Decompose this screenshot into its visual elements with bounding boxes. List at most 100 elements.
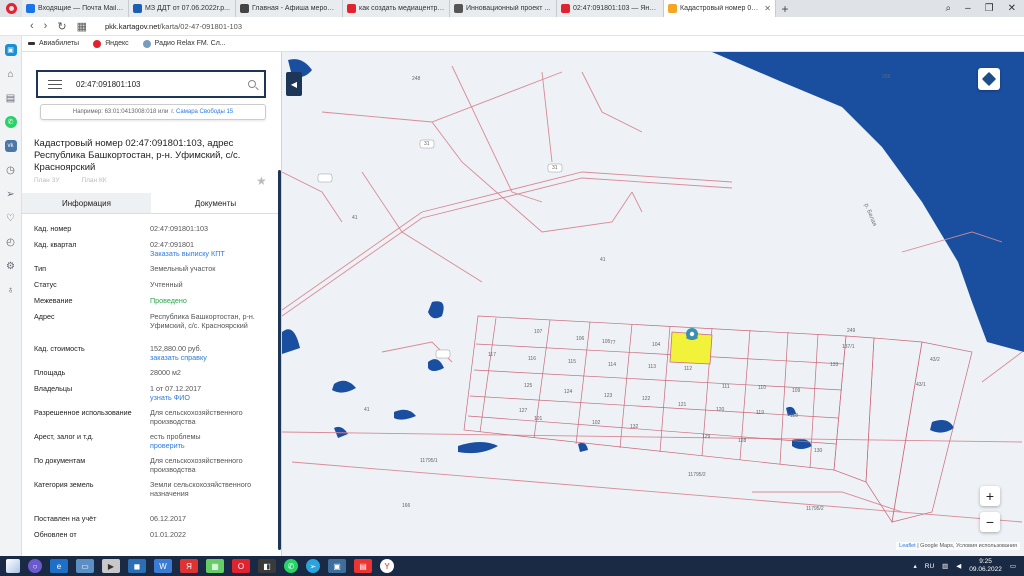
home-icon[interactable]: ⌂ [5,68,17,80]
info-value: 28000 м2 [150,368,181,377]
tips-icon[interactable]: ♁ [5,284,17,296]
tab-documents[interactable]: Документы [151,193,280,213]
tab-favicon-icon [133,4,142,13]
new-tab-button[interactable]: + [776,0,794,17]
hint-link[interactable]: г. Самара Свободы 15 [171,109,233,115]
yandex-icon [93,39,102,48]
url-field[interactable]: pkk.kartagov.net/karta/02-47-091801-103 [105,22,242,31]
info-action-link[interactable]: заказать справку [150,353,270,362]
explorer-icon[interactable]: ▭ [76,559,94,573]
info-action-link[interactable]: узнать ФИО [150,393,270,402]
bookmark-yandex[interactable]: Яндекс [93,39,129,48]
search-icon[interactable] [248,80,256,88]
telegram-icon[interactable]: ➢ [306,559,320,573]
plan-zu-link[interactable]: План ЗУ [34,177,59,184]
parcel-label: 43/2 [930,357,940,363]
media-player-icon[interactable]: ▶ [102,559,120,573]
browser-tab[interactable]: 02:47:091801:103 — Яндек... [557,0,664,17]
yandex-browser-icon[interactable]: Y [380,559,394,573]
info-value-cell: 02:47:091801:103 [150,224,270,233]
network-icon[interactable]: ▥ [942,562,948,570]
browser-tab[interactable]: МЗ ДДТ от 07.06.2022г.p... [129,0,236,17]
browser-tab[interactable]: Кадастровый номер 02:47:...✕ [664,0,776,17]
info-value-cell: 152,880.00 руб. заказать справку [150,344,270,362]
forward-button[interactable]: › [44,20,48,32]
browser-tab[interactable]: Инновационный проект ... [450,0,557,17]
speed-dial-icon[interactable]: ▣ [4,44,17,56]
app-icon[interactable]: ◼ [128,559,146,573]
settings-icon[interactable]: ⚙ [5,260,17,272]
leaflet-link[interactable]: Leaflet [899,543,916,549]
clock[interactable]: 9:25 09.06.2022 [969,558,1002,574]
maximize-icon[interactable]: ❐ [985,3,994,14]
info-key: Межевание [34,296,73,305]
browser-tab[interactable]: Входящие — Почта Mail.ru [22,0,129,17]
parcel-label: 132 [630,424,639,430]
star-icon[interactable]: ★ [256,174,267,188]
parcel-label: 11795/2 [806,506,824,512]
whatsapp-icon[interactable]: ✆ [4,116,17,128]
tab-close-icon[interactable]: ✕ [764,4,771,13]
language-indicator[interactable]: RU [925,563,934,570]
whatsapp-taskbar-icon[interactable]: ✆ [284,559,298,573]
collapse-panel-button[interactable]: ◀ [286,72,302,96]
map-attribution: Leaflet | Google Maps, Условия использов… [896,542,1020,550]
history-icon[interactable]: ◷ [5,164,17,176]
app-dark-icon[interactable]: ◧ [258,559,276,573]
tray-arrow-icon[interactable]: ▴ [913,562,916,570]
volume-icon[interactable]: ◀ [956,562,961,570]
word-icon[interactable]: W [154,559,172,573]
vk-icon[interactable]: vk [4,140,17,152]
heart-icon[interactable]: ♡ [5,212,17,224]
notifications-icon[interactable]: ▭ [1010,562,1016,570]
parcel-label: 113 [648,364,656,370]
layers-button[interactable] [978,68,1000,90]
info-action-link[interactable]: проверить [150,441,270,450]
bookmark-radio-relax[interactable]: Радио Relax FM. Сл... [142,39,226,48]
info-value: 01.01.2022 [150,530,186,539]
zoom-out-button[interactable]: − [980,512,1000,532]
back-button[interactable]: ‹ [30,20,34,32]
ie-icon[interactable]: e [50,559,68,573]
location-marker-icon [686,328,698,340]
windows-taskbar: ○ e ▭ ▶ ◼ W Я ▦ O ◧ ✆ ➢ ▣ ▤ Y ▴ RU ▥ ◀ 9… [0,556,1024,576]
parcel-label: 106 [576,336,585,342]
info-value: Для сельскохозяйственного производства [150,408,243,426]
info-key: Кад. номер [34,224,72,233]
search-tabs-icon[interactable]: ⌕ [945,3,951,14]
tab-info[interactable]: Информация [22,193,151,213]
opera-logo-icon[interactable] [0,0,22,17]
bookmark-aviabilety[interactable]: Авиабилеты [28,40,79,47]
minimize-icon[interactable]: – [965,3,971,14]
opera-taskbar-icon[interactable]: O [232,559,250,573]
info-row: Статус Учтенный [34,280,274,289]
parcel-label: 43/1 [916,382,926,388]
send-icon[interactable]: ➢ [5,188,17,200]
cortana-icon[interactable]: ○ [28,559,42,573]
panel-scrollbar[interactable] [278,170,281,550]
map-area[interactable]: 248 268 31 31 41 41 41 11795/1 11795/2 11795/2 166… [282,52,1024,556]
info-row: Категория земель Земли сельскохозяйственн… [34,480,274,498]
news-icon[interactable]: ▤ [5,92,17,104]
tab-favicon-icon [668,4,677,13]
menu-icon[interactable] [48,79,62,89]
parcel-label: 166 [402,503,411,509]
photos-icon[interactable]: ▣ [328,559,346,573]
info-key: Категория земель [34,480,94,489]
reload-button[interactable]: ↻ [57,20,66,33]
panel-tabs: Информация Документы [22,193,280,214]
app-green-icon[interactable]: ▦ [206,559,224,573]
info-action-link[interactable]: Заказать выписку КПТ [150,249,270,258]
browser-tab[interactable]: как создать медиацентр в ... [343,0,450,17]
zoom-in-button[interactable]: + [980,486,1000,506]
yandex-app-icon[interactable]: Я [180,559,198,573]
tabs-grid-icon[interactable]: ▦ [77,20,87,33]
parcel-label: 102 [592,420,601,426]
close-window-icon[interactable]: ✕ [1008,3,1016,14]
clock-icon[interactable]: ◴ [5,236,17,248]
browser-tab[interactable]: Главная - Афиша меропр... [236,0,343,17]
start-button[interactable] [6,559,20,573]
app-red-icon[interactable]: ▤ [354,559,372,573]
plan-kk-link[interactable]: План КК [81,177,106,184]
search-input[interactable] [76,79,226,89]
